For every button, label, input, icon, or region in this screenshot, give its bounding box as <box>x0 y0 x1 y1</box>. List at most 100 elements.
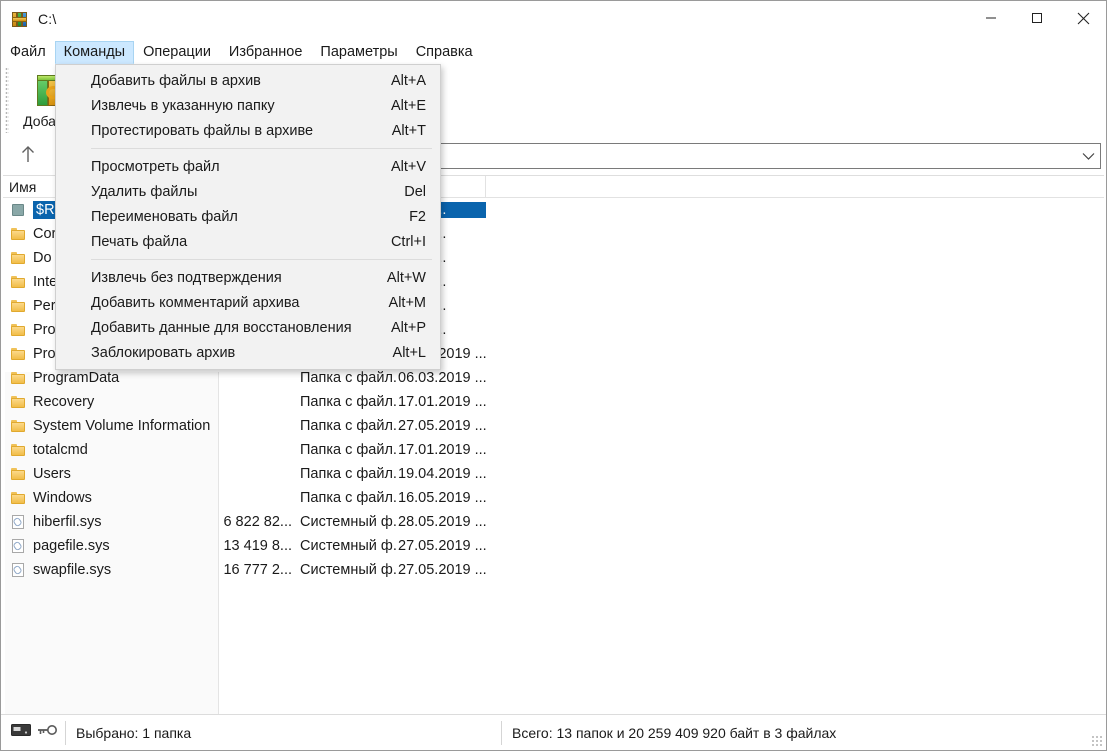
folder-icon <box>11 419 26 433</box>
file-name-cell: Users <box>3 466 216 482</box>
file-modified-cell: 17.01.2019 ... <box>398 442 486 458</box>
maximize-icon[interactable] <box>1014 1 1060 35</box>
file-type-cell: Системный ф... <box>300 514 398 530</box>
menu-item-shortcut: Alt+V <box>390 158 426 175</box>
file-name-cell: Windows <box>3 490 216 506</box>
folder-icon <box>11 251 26 265</box>
menu-item-shortcut: Alt+T <box>391 122 426 139</box>
menu-item-shortcut: Alt+E <box>390 97 426 114</box>
menu-item[interactable]: Извлечь в указанную папку Alt+E <box>56 93 440 118</box>
file-name-label: System Volume Information <box>33 418 211 434</box>
file-type-cell: Папка с файл... <box>300 370 398 386</box>
menu-item[interactable]: Протестировать файлы в архиве Alt+T <box>56 118 440 143</box>
commands-dropdown-menu: Добавить файлы в архив Alt+A Извлечь в ука… <box>55 64 441 370</box>
menu-item-label: Извлечь без подтверждения <box>91 269 282 286</box>
table-row[interactable]: Recovery Папка с файл... 17.01.2019 ... <box>3 390 1104 414</box>
file-modified-cell: 06.03.2019 ... <box>398 370 486 386</box>
file-name-label: Cor <box>33 226 57 242</box>
key-icon[interactable] <box>37 723 57 742</box>
status-left-section: Выбрано: 1 папка <box>7 720 201 745</box>
status-bar: Выбрано: 1 папка Всего: 13 папок и 20 25… <box>1 714 1106 750</box>
menu-item-label: Добавить файлы в архив <box>91 72 261 89</box>
toolbar-grip[interactable] <box>5 67 9 133</box>
file-size-cell: 13 419 8... <box>223 538 292 554</box>
file-type-cell: Системный ф... <box>300 538 398 554</box>
winrar-books-icon <box>12 11 29 28</box>
menu-item[interactable]: Добавить данные для восстановления Alt+P <box>56 315 440 340</box>
status-total-text: Всего: 13 папок и 20 259 409 920 байт в … <box>512 725 837 741</box>
file-name-label: Windows <box>33 490 92 506</box>
menu-file[interactable]: Файл <box>1 41 55 64</box>
file-name-label: hiberfil.sys <box>33 514 102 530</box>
menu-item-shortcut: Del <box>404 183 426 200</box>
chevron-down-icon[interactable] <box>1076 144 1100 168</box>
file-name-label: totalcmd <box>33 442 88 458</box>
drive-icon[interactable] <box>11 723 31 742</box>
menu-item[interactable]: Заблокировать архив Alt+L <box>56 340 440 365</box>
table-row[interactable]: totalcmd Папка с файл... 17.01.2019 ... <box>3 438 1104 462</box>
file-name-cell: totalcmd <box>3 442 216 458</box>
table-row[interactable]: swapfile.sys 16 777 2... Системный ф... 27.… <box>3 558 1104 582</box>
file-name-label: pagefile.sys <box>33 538 110 554</box>
menu-options[interactable]: Параметры <box>311 41 406 64</box>
menu-help[interactable]: Справка <box>407 41 482 64</box>
file-name-cell: hiberfil.sys <box>3 514 216 530</box>
menu-item-label: Печать файла <box>91 233 188 250</box>
table-row[interactable]: Users Папка с файл... 19.04.2019 ... <box>3 462 1104 486</box>
menu-item-shortcut: Alt+L <box>392 344 426 361</box>
window-controls <box>968 1 1106 35</box>
recycle-bin-icon <box>11 203 26 217</box>
menu-commands[interactable]: Команды <box>54 41 135 64</box>
file-name-cell: Recovery <box>3 394 216 410</box>
menu-item-shortcut: Alt+P <box>390 319 426 336</box>
menu-separator <box>91 259 432 260</box>
menu-item-label: Заблокировать архив <box>91 344 236 361</box>
file-name-cell: System Volume Information <box>3 418 216 434</box>
menu-item-shortcut: Alt+A <box>390 72 426 89</box>
up-directory-arrow-icon[interactable] <box>5 137 51 171</box>
column-header-filler <box>486 176 1104 197</box>
menu-item-shortcut: Alt+W <box>386 269 426 286</box>
file-type-cell: Папка с файл... <box>300 394 398 410</box>
table-row[interactable]: Windows Папка с файл... 16.05.2019 ... <box>3 486 1104 510</box>
menu-item-shortcut: Alt+M <box>388 294 426 311</box>
menu-item[interactable]: Добавить комментарий архива Alt+M <box>56 290 440 315</box>
file-type-cell: Системный ф... <box>300 562 398 578</box>
menu-item[interactable]: Извлечь без подтверждения Alt+W <box>56 265 440 290</box>
minimize-icon[interactable] <box>968 1 1014 35</box>
file-modified-cell: 27.05.2019 ... <box>398 538 486 554</box>
table-row[interactable]: System Volume Information Папка с файл...… <box>3 414 1104 438</box>
file-name-label: Recovery <box>33 394 95 410</box>
menu-item-label: Просмотреть файл <box>91 158 220 175</box>
window-title: C:\ <box>38 11 57 27</box>
menu-item[interactable]: Просмотреть файл Alt+V <box>56 154 440 179</box>
menu-item[interactable]: Печать файла Ctrl+I <box>56 229 440 254</box>
menu-operations[interactable]: Операции <box>134 41 220 64</box>
resize-grip-icon[interactable] <box>1091 735 1103 747</box>
file-type-cell: Папка с файл... <box>300 466 398 482</box>
folder-icon <box>11 227 26 241</box>
file-name-label: Inte <box>33 274 58 290</box>
file-modified-cell: 27.05.2019 ... <box>398 562 486 578</box>
menu-item-label: Извлечь в указанную папку <box>91 97 275 114</box>
file-name-cell: ProgramData <box>3 370 216 386</box>
table-row[interactable]: hiberfil.sys 6 822 82... Системный ф... 28.… <box>3 510 1104 534</box>
folder-icon <box>11 323 26 337</box>
folder-icon <box>11 275 26 289</box>
table-row[interactable]: pagefile.sys 13 419 8... Системный ф... 27.… <box>3 534 1104 558</box>
file-modified-cell: 19.04.2019 ... <box>398 466 486 482</box>
system-file-icon <box>11 563 26 577</box>
system-file-icon <box>11 539 26 553</box>
menu-favorites[interactable]: Избранное <box>220 41 311 64</box>
menu-item-label: Добавить данные для восстановления <box>91 319 352 336</box>
menu-item[interactable]: Переименовать файл F2 <box>56 204 440 229</box>
close-icon[interactable] <box>1060 1 1106 35</box>
menu-item[interactable]: Удалить файлы Del <box>56 179 440 204</box>
file-name-label: Do <box>33 250 52 266</box>
file-modified-cell: 16.05.2019 ... <box>398 490 486 506</box>
menu-item[interactable]: Добавить файлы в архив Alt+A <box>56 68 440 93</box>
folder-icon <box>11 443 26 457</box>
folder-icon <box>11 347 26 361</box>
file-name-cell: pagefile.sys <box>3 538 216 554</box>
file-size-cell: 6 822 82... <box>223 514 292 530</box>
